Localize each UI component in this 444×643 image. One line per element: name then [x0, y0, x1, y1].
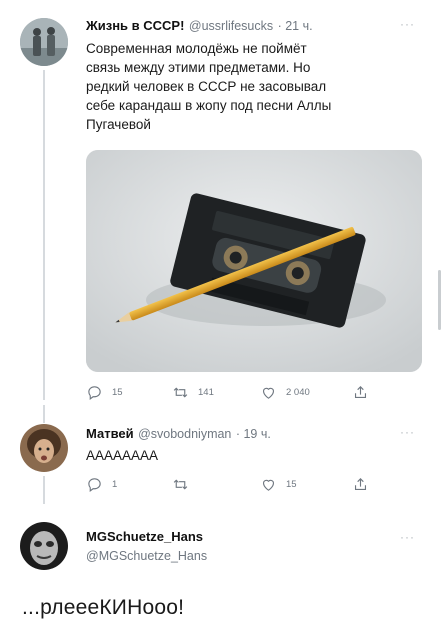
tweet2-like-button[interactable]: 15	[260, 476, 297, 493]
tweet2-more-icon[interactable]: ···	[400, 425, 415, 439]
tweet1-reply-count: 15	[112, 387, 123, 398]
thread-line-3	[43, 476, 45, 504]
tweet1-handle[interactable]: @ussrlifesucks	[189, 19, 273, 33]
tweet3-handle[interactable]: @MGSchuetze_Hans	[86, 549, 207, 563]
share-icon	[354, 386, 367, 399]
avatar-svobodniyman[interactable]	[20, 424, 68, 472]
scrollbar[interactable]	[438, 270, 441, 330]
tweet2-like-count: 15	[286, 479, 297, 490]
avatar-image	[20, 522, 68, 570]
footer-text: ...рлеееКИНооо!	[22, 596, 185, 619]
tweet3-name[interactable]: MGSchuetze_Hans	[86, 529, 203, 544]
like-icon	[262, 387, 275, 399]
tweet1-like-button[interactable]: 2 040	[260, 384, 310, 401]
reply-icon	[88, 386, 101, 401]
tweet3-more-icon[interactable]: ···	[400, 530, 415, 544]
tweet1-header: Жизнь в СССР! @ussrlifesucks · 21 ч.	[86, 17, 406, 35]
retweet-icon	[173, 387, 188, 398]
tweet2-share-button[interactable]	[352, 476, 369, 493]
avatar-image	[20, 18, 68, 66]
tweet1-retweet-count: 141	[198, 387, 214, 398]
tweet2-text: АААААААА	[86, 448, 159, 463]
avatar-mgschuetze[interactable]	[20, 522, 68, 570]
tweet2-name[interactable]: Матвей	[86, 426, 134, 441]
tweet2-header: Матвей @svobodniyman · 19 ч.	[86, 425, 396, 443]
share-icon	[354, 478, 367, 491]
tweet1-time[interactable]: · 21 ч.	[278, 19, 313, 33]
tweet2-time[interactable]: · 19 ч.	[236, 427, 271, 441]
tweet2-reply-button[interactable]: 1	[86, 476, 117, 493]
tweet2-handle[interactable]: @svobodniyman	[138, 427, 231, 441]
tweet1-retweet-button[interactable]: 141	[172, 384, 214, 401]
tweet1-share-button[interactable]	[352, 384, 369, 401]
tweet2-reply-count: 1	[112, 479, 118, 490]
like-icon	[262, 479, 275, 491]
tweet1-like-count: 2 040	[286, 387, 310, 398]
avatar-ussrlifesucks[interactable]	[20, 18, 68, 66]
thread-line-1	[43, 70, 45, 400]
tweet1-more-icon[interactable]: ···	[400, 17, 415, 31]
tweet1-reply-button[interactable]: 15	[86, 384, 123, 401]
avatar-image	[20, 424, 68, 472]
tweet1-media[interactable]	[86, 150, 422, 372]
cassette-pencil-photo	[86, 150, 422, 372]
tweet1-name[interactable]: Жизнь в СССР!	[86, 18, 184, 33]
reply-icon	[88, 478, 101, 493]
tweet2-retweet-button[interactable]	[172, 476, 198, 493]
thread-line-2	[43, 405, 45, 423]
retweet-icon	[173, 479, 188, 490]
tweet1-text: Современная молодёжь не поймёт связь меж…	[86, 41, 332, 132]
